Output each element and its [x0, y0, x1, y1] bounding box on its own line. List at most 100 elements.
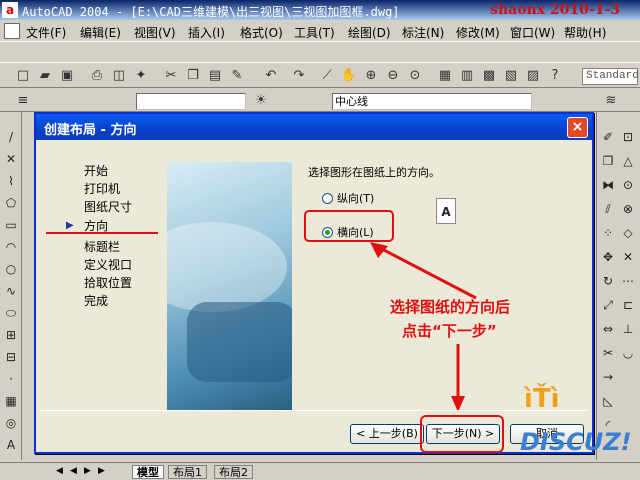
menu-modify[interactable]: 修改(M): [456, 24, 500, 41]
construction-line-icon[interactable]: ✕: [2, 150, 20, 168]
osnap-intersection-icon[interactable]: ✕: [619, 248, 637, 266]
step-pick-location[interactable]: 拾取位置: [84, 274, 132, 291]
redraw-icon[interactable]: ⟋: [318, 67, 336, 85]
osnap-extension-icon[interactable]: ⋯: [619, 272, 637, 290]
zoom-realtime-icon[interactable]: ⊕: [362, 67, 380, 85]
point-icon[interactable]: ·: [2, 370, 20, 388]
undo-icon[interactable]: ↶: [262, 67, 280, 85]
stretch-icon[interactable]: ⇔: [599, 320, 617, 338]
open-folder-icon[interactable]: ▰: [36, 67, 54, 85]
next-tab-icon[interactable]: ▶: [84, 466, 91, 476]
standard-toolbar: □ ▰ ▣ ⎙ ◫ ✦ ✂ ❐ ▤ ✎ ↶ ↷ ⟋ ✋ ⊕ ⊖ ⊙ ▦ ▥ ▩ …: [0, 62, 640, 88]
offset-icon[interactable]: ⫽: [599, 200, 617, 218]
make-block-icon[interactable]: ⊟: [2, 348, 20, 366]
match-properties-icon[interactable]: ✎: [228, 67, 246, 85]
menu-insert[interactable]: 插入(I): [188, 24, 225, 41]
menu-file[interactable]: 文件(F): [26, 24, 66, 41]
last-tab-icon[interactable]: ▶: [98, 466, 105, 476]
menu-help[interactable]: 帮助(H): [564, 24, 606, 41]
tab-model[interactable]: 模型: [132, 465, 164, 479]
layer-state-icon[interactable]: ☀: [252, 92, 270, 110]
markup-icon[interactable]: ▨: [524, 67, 542, 85]
menu-edit[interactable]: 编辑(E): [80, 24, 121, 41]
copy-icon[interactable]: ❐: [184, 67, 202, 85]
copy-object-icon[interactable]: ❐: [599, 152, 617, 170]
line-icon[interactable]: /: [2, 128, 20, 146]
menu-window[interactable]: 窗口(W): [510, 24, 555, 41]
cut-icon[interactable]: ✂: [162, 67, 180, 85]
osnap-endpoint-icon[interactable]: ⊡: [619, 128, 637, 146]
portrait-radio[interactable]: [322, 193, 333, 204]
document-icon[interactable]: [4, 23, 20, 39]
preview-icon[interactable]: ◫: [110, 67, 128, 85]
create-layout-dialog: 创建布局 - 方向 × 开始 打印机 图纸尺寸 ▶ 方向 标题栏 定义视口 拾取…: [34, 112, 594, 454]
dialog-title-bar[interactable]: 创建布局 - 方向 ×: [36, 114, 592, 140]
zoom-previous-icon[interactable]: ⊙: [406, 67, 424, 85]
osnap-tangent-icon[interactable]: ◡: [619, 344, 637, 362]
layer-combo[interactable]: 中心线: [332, 93, 532, 110]
mirror-icon[interactable]: ⧓: [599, 176, 617, 194]
save-icon[interactable]: ▣: [58, 67, 76, 85]
multiline-text-icon[interactable]: A: [2, 436, 20, 454]
properties-icon[interactable]: ▦: [436, 67, 454, 85]
step-printer[interactable]: 打印机: [84, 180, 120, 197]
tab-layout2[interactable]: 布局2: [214, 465, 253, 479]
insert-block-icon[interactable]: ⊞: [2, 326, 20, 344]
osnap-perpendicular-icon[interactable]: ⊥: [619, 320, 637, 338]
back-button[interactable]: < 上一步(B): [350, 424, 424, 444]
move-icon[interactable]: ✥: [599, 248, 617, 266]
rotate-icon[interactable]: ↻: [599, 272, 617, 290]
ellipse-icon[interactable]: ⬭: [2, 304, 20, 322]
trim-icon[interactable]: ✂: [599, 344, 617, 362]
previous-tab-icon[interactable]: ◀: [70, 466, 77, 476]
redo-icon[interactable]: ↷: [290, 67, 308, 85]
circle-icon[interactable]: ○: [2, 260, 20, 278]
step-title-block[interactable]: 标题栏: [84, 238, 120, 255]
array-icon[interactable]: ⁘: [599, 224, 617, 242]
tab-layout1[interactable]: 布局1: [168, 465, 207, 479]
new-file-icon[interactable]: □: [14, 67, 32, 85]
menu-dimension[interactable]: 标注(N): [402, 24, 444, 41]
print-icon[interactable]: ⎙: [88, 67, 106, 85]
layer-manager-icon[interactable]: ≡: [14, 92, 32, 110]
menu-view[interactable]: 视图(V): [134, 24, 176, 41]
menu-tools[interactable]: 工具(T): [294, 24, 335, 41]
region-icon[interactable]: ◎: [2, 414, 20, 432]
polyline-icon[interactable]: ⌇: [2, 172, 20, 190]
step-define-viewports[interactable]: 定义视口: [84, 256, 132, 273]
spline-icon[interactable]: ∿: [2, 282, 20, 300]
menu-draw[interactable]: 绘图(D): [348, 24, 391, 41]
help-icon[interactable]: ?: [546, 67, 564, 85]
scale-icon[interactable]: ⤢: [599, 296, 617, 314]
tool-palettes-icon[interactable]: ▩: [480, 67, 498, 85]
osnap-node-icon[interactable]: ⊗: [619, 200, 637, 218]
step-start[interactable]: 开始: [84, 162, 108, 179]
portrait-option[interactable]: 纵向(T): [322, 190, 374, 206]
hatch-icon[interactable]: ▦: [2, 392, 20, 410]
text-style-combo[interactable]: Standard: [582, 68, 639, 85]
osnap-center-icon[interactable]: ⊙: [619, 176, 637, 194]
color-combo[interactable]: [136, 93, 246, 110]
paste-icon[interactable]: ▤: [206, 67, 224, 85]
arc-icon[interactable]: ◠: [2, 238, 20, 256]
zoom-window-icon[interactable]: ⊖: [384, 67, 402, 85]
step-paper-size[interactable]: 图纸尺寸: [84, 198, 132, 215]
osnap-quadrant-icon[interactable]: ◇: [619, 224, 637, 242]
step-finish[interactable]: 完成: [84, 292, 108, 309]
make-current-icon[interactable]: ≋: [602, 92, 620, 110]
osnap-insert-icon[interactable]: ⊏: [619, 296, 637, 314]
polygon-icon[interactable]: ⬠: [2, 194, 20, 212]
autocad-app-icon[interactable]: a: [2, 2, 18, 18]
publish-icon[interactable]: ✦: [132, 67, 150, 85]
first-tab-icon[interactable]: ◀: [56, 466, 63, 476]
dialog-separator: [40, 410, 588, 411]
menu-format[interactable]: 格式(O): [240, 24, 283, 41]
rectangle-icon[interactable]: ▭: [2, 216, 20, 234]
app-title-bar[interactable]: a AutoCAD 2004 - [E:\CAD三维建模\出三视图\三视图加图框…: [0, 0, 640, 20]
dbconnect-icon[interactable]: ▧: [502, 67, 520, 85]
close-icon[interactable]: ×: [567, 117, 588, 138]
erase-icon[interactable]: ✐: [599, 128, 617, 146]
design-center-icon[interactable]: ▥: [458, 67, 476, 85]
pan-icon[interactable]: ✋: [340, 67, 358, 85]
osnap-midpoint-icon[interactable]: △: [619, 152, 637, 170]
